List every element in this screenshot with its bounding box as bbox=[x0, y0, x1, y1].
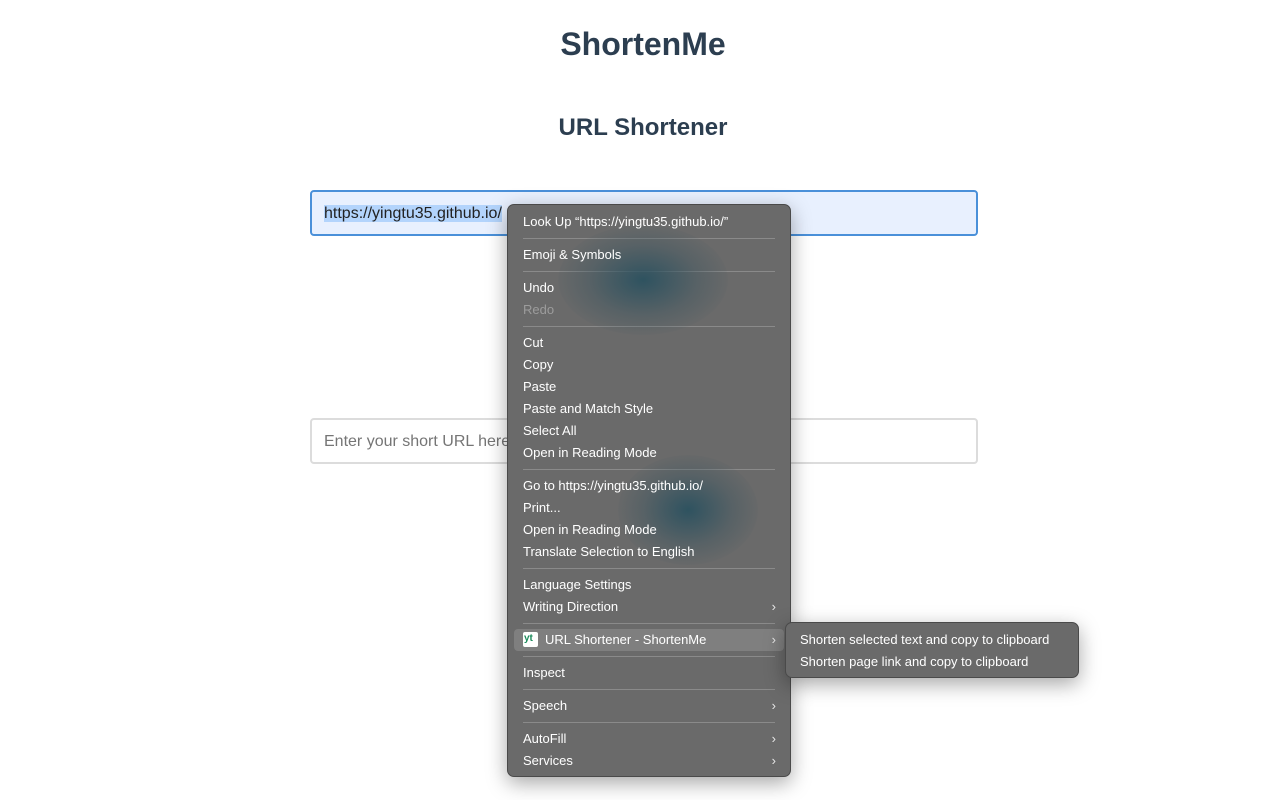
menu-item-speech[interactable]: Speech › bbox=[514, 695, 784, 717]
menu-separator bbox=[523, 469, 775, 470]
menu-item-print[interactable]: Print... bbox=[514, 497, 784, 519]
menu-item-translate-selection[interactable]: Translate Selection to English bbox=[514, 541, 784, 563]
menu-item-go-to-url[interactable]: Go to https://yingtu35.github.io/ bbox=[514, 475, 784, 497]
url-shortener-submenu: Shorten selected text and copy to clipbo… bbox=[785, 622, 1079, 678]
submenu-item-shorten-page-link[interactable]: Shorten page link and copy to clipboard bbox=[792, 651, 1072, 673]
shortenme-extension-icon: yt bbox=[523, 632, 538, 648]
menu-item-inspect[interactable]: Inspect bbox=[514, 662, 784, 684]
menu-separator bbox=[523, 722, 775, 723]
menu-item-emoji-symbols[interactable]: Emoji & Symbols bbox=[514, 244, 784, 266]
menu-item-select-all[interactable]: Select All bbox=[514, 420, 784, 442]
menu-item-paste[interactable]: Paste bbox=[514, 376, 784, 398]
menu-item-writing-direction[interactable]: Writing Direction › bbox=[514, 596, 784, 618]
chevron-right-icon: › bbox=[771, 698, 776, 713]
menu-item-services[interactable]: Services › bbox=[514, 750, 784, 772]
menu-item-url-shortener[interactable]: yt URL Shortener - ShortenMe › bbox=[514, 629, 784, 651]
chevron-right-icon: › bbox=[771, 632, 776, 647]
section-title: URL Shortener bbox=[558, 114, 728, 141]
menu-item-look-up[interactable]: Look Up “https://yingtu35.github.io/” bbox=[514, 211, 784, 233]
chevron-right-icon: › bbox=[771, 731, 776, 746]
menu-item-redo: Redo bbox=[523, 302, 555, 317]
long-url-selected-text: https://yingtu35.github.io/ bbox=[324, 205, 502, 222]
menu-separator bbox=[523, 238, 775, 239]
menu-item-cut[interactable]: Cut bbox=[514, 332, 784, 354]
menu-separator bbox=[523, 271, 775, 272]
short-url-placeholder: Enter your short URL here bbox=[324, 433, 511, 450]
context-menu: Look Up “https://yingtu35.github.io/” Em… bbox=[507, 204, 791, 777]
menu-separator bbox=[523, 326, 775, 327]
menu-item-open-reading-mode-2[interactable]: Open in Reading Mode bbox=[514, 519, 784, 541]
menu-item-language-settings[interactable]: Language Settings bbox=[514, 574, 784, 596]
menu-separator bbox=[523, 656, 775, 657]
menu-separator bbox=[523, 689, 775, 690]
menu-item-undo[interactable]: Undo bbox=[514, 277, 784, 299]
chevron-right-icon: › bbox=[771, 753, 776, 768]
menu-separator bbox=[523, 623, 775, 624]
app-title: ShortenMe bbox=[560, 26, 726, 62]
menu-item-paste-match-style[interactable]: Paste and Match Style bbox=[514, 398, 784, 420]
menu-item-autofill[interactable]: AutoFill › bbox=[514, 728, 784, 750]
page: ShortenMe URL Shortener https://yingtu35… bbox=[0, 0, 1280, 800]
submenu-item-shorten-selected-text[interactable]: Shorten selected text and copy to clipbo… bbox=[792, 629, 1072, 651]
menu-item-open-reading-mode[interactable]: Open in Reading Mode bbox=[514, 442, 784, 464]
menu-separator bbox=[523, 568, 775, 569]
chevron-right-icon: › bbox=[771, 599, 776, 614]
menu-item-copy[interactable]: Copy bbox=[514, 354, 784, 376]
